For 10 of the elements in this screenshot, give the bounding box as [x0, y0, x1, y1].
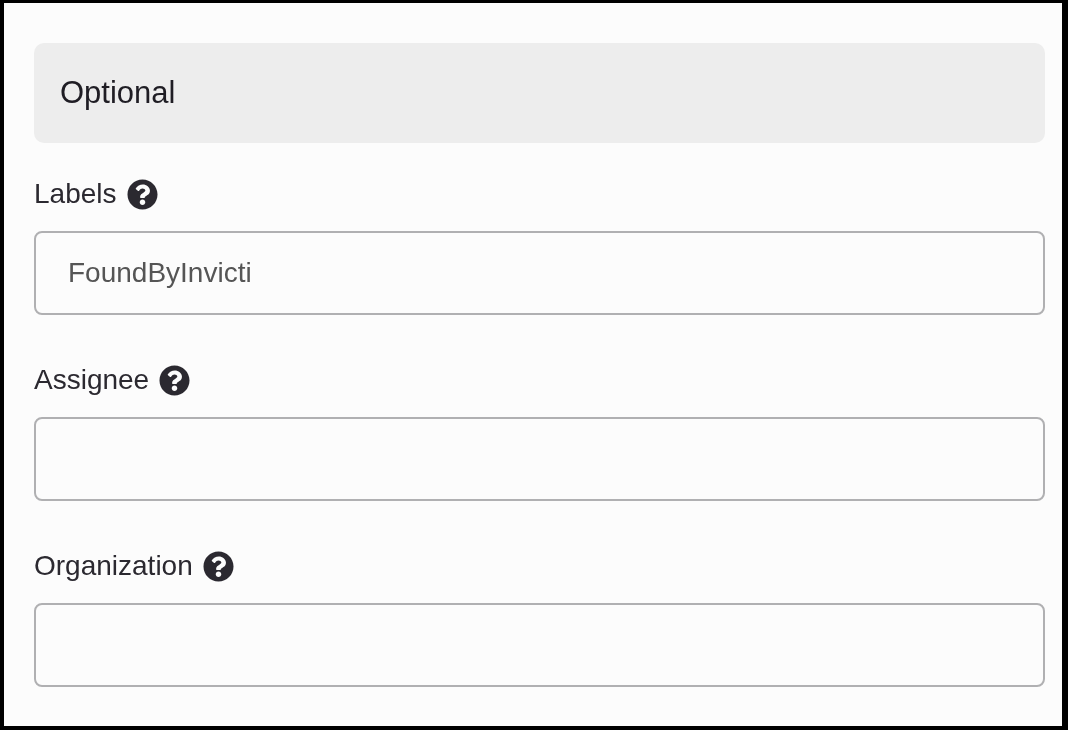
input-field[interactable] — [34, 603, 1045, 687]
input-field[interactable] — [34, 417, 1045, 501]
help-icon[interactable] — [126, 178, 158, 210]
input-field[interactable]: FoundByInvicti — [34, 231, 1045, 315]
field-label: Assignee — [34, 366, 150, 394]
field-label: Labels — [34, 180, 117, 208]
help-icon[interactable] — [159, 364, 191, 396]
help-icon[interactable] — [202, 550, 234, 582]
section-header: Optional — [34, 43, 1045, 143]
field-label: Organization — [34, 552, 193, 580]
